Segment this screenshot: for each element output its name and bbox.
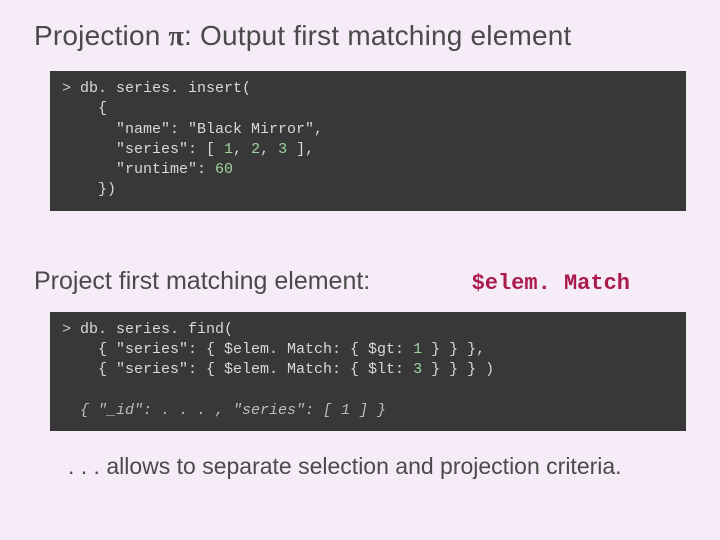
code-number: 1 — [413, 341, 422, 358]
slide: Projection π: Output first matching elem… — [0, 0, 720, 540]
code-block-insert: > db. series. insert( { "name": "Black M… — [50, 71, 686, 211]
code-text: }) — [62, 181, 116, 198]
code-text: } } }, — [422, 341, 485, 358]
code-text: { "series": { $elem. Match: { $gt: — [62, 341, 413, 358]
code-text: "name": "Black Mirror" — [62, 121, 314, 138]
slide-title: Projection π: Output first matching elem… — [34, 20, 686, 53]
code-text: { — [62, 100, 107, 117]
code-number: 2 — [251, 141, 260, 158]
subheading: Project first matching element: — [34, 267, 370, 296]
code-text: , — [260, 141, 278, 158]
prompt: > — [62, 80, 80, 97]
code-text: ], — [287, 141, 314, 158]
code-number: 60 — [215, 161, 233, 178]
footer-note: . . . allows to separate selection and p… — [68, 453, 686, 480]
code-text: } } } ) — [422, 361, 494, 378]
pi-symbol: π — [169, 21, 185, 52]
code-block-find: > db. series. find( { "series": { $elem.… — [50, 312, 686, 431]
code-text: { "series": { $elem. Match: { $lt: — [62, 361, 413, 378]
code-text: , — [314, 121, 323, 138]
title-suffix: : Output first matching element — [184, 20, 571, 51]
elem-match-keyword: $elem. Match — [472, 271, 630, 296]
prompt: > — [62, 321, 80, 338]
code-text: , — [233, 141, 251, 158]
code-text: db. series. find( — [80, 321, 233, 338]
code-number: 3 — [278, 141, 287, 158]
code-text — [62, 381, 71, 398]
subheading-row: Project first matching element: $elem. M… — [34, 267, 670, 296]
code-text: db. series. insert( — [80, 80, 251, 97]
title-prefix: Projection — [34, 20, 169, 51]
code-text: "series": [ — [62, 141, 224, 158]
code-number: 1 — [224, 141, 233, 158]
code-number: 3 — [413, 361, 422, 378]
code-text: "runtime": — [62, 161, 215, 178]
code-result: { "_id": . . . , "series": [ 1 ] } — [62, 402, 386, 419]
spacer — [34, 211, 686, 267]
